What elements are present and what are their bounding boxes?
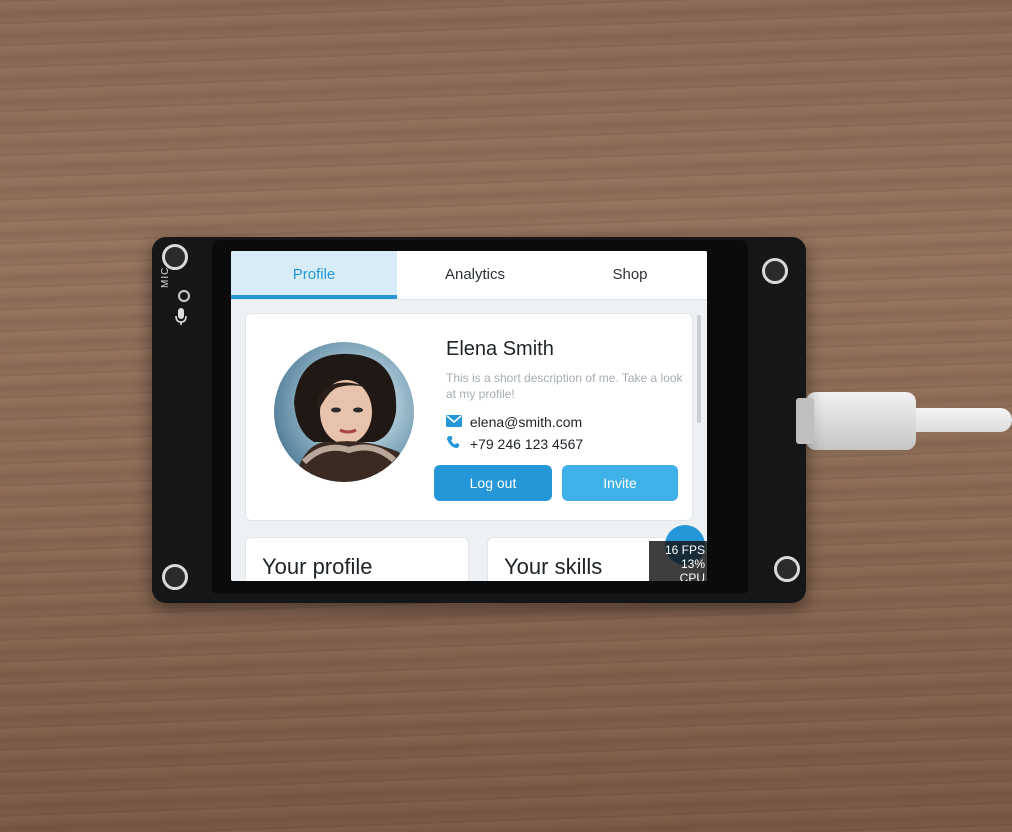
fps-readout: 16 FPS	[664, 543, 705, 557]
usb-plug	[806, 392, 916, 450]
envelope-icon	[446, 414, 466, 431]
your-skills-title: Your skills	[504, 554, 603, 579]
cpu-readout: 13% CPU	[679, 557, 705, 581]
tab-analytics[interactable]: Analytics	[397, 251, 553, 299]
profile-name: Elena Smith	[446, 338, 554, 360]
tab-bar: Profile Analytics Shop	[231, 251, 707, 300]
usb-port	[796, 398, 814, 444]
mic-label: MIC	[160, 266, 171, 288]
phone-icon	[446, 435, 466, 453]
mount-hole-top-right	[762, 258, 788, 284]
profile-description: This is a short description of me. Take …	[446, 371, 683, 401]
invite-button[interactable]: Invite	[562, 465, 678, 501]
logout-button[interactable]: Log out	[434, 465, 552, 501]
your-profile-title: Your profile	[262, 554, 373, 579]
profile-email[interactable]: elena@smith.com	[470, 414, 582, 430]
mic-hole	[178, 290, 190, 302]
usb-cable	[900, 408, 1012, 432]
profile-phone[interactable]: +79 246 123 4567	[470, 436, 583, 452]
email-row: elena@smith.com	[446, 414, 582, 431]
tab-shop[interactable]: Shop	[553, 251, 707, 299]
microphone-icon	[175, 308, 187, 325]
profile-card: Elena Smith This is a short description …	[245, 313, 693, 521]
avatar-portrait	[294, 353, 414, 482]
performance-monitor: 16 FPS 13% CPU	[649, 541, 707, 581]
avatar	[274, 342, 414, 482]
screen: Profile Analytics Shop Elena Smith This …	[231, 251, 707, 581]
your-profile-card[interactable]: Your profile	[245, 537, 469, 581]
scrollbar[interactable]	[697, 315, 701, 423]
mount-hole-bottom-left	[162, 564, 188, 590]
active-tab-indicator	[231, 295, 397, 299]
phone-row: +79 246 123 4567	[446, 435, 583, 453]
tab-profile[interactable]: Profile	[231, 251, 397, 299]
mount-hole-bottom-right	[774, 556, 800, 582]
